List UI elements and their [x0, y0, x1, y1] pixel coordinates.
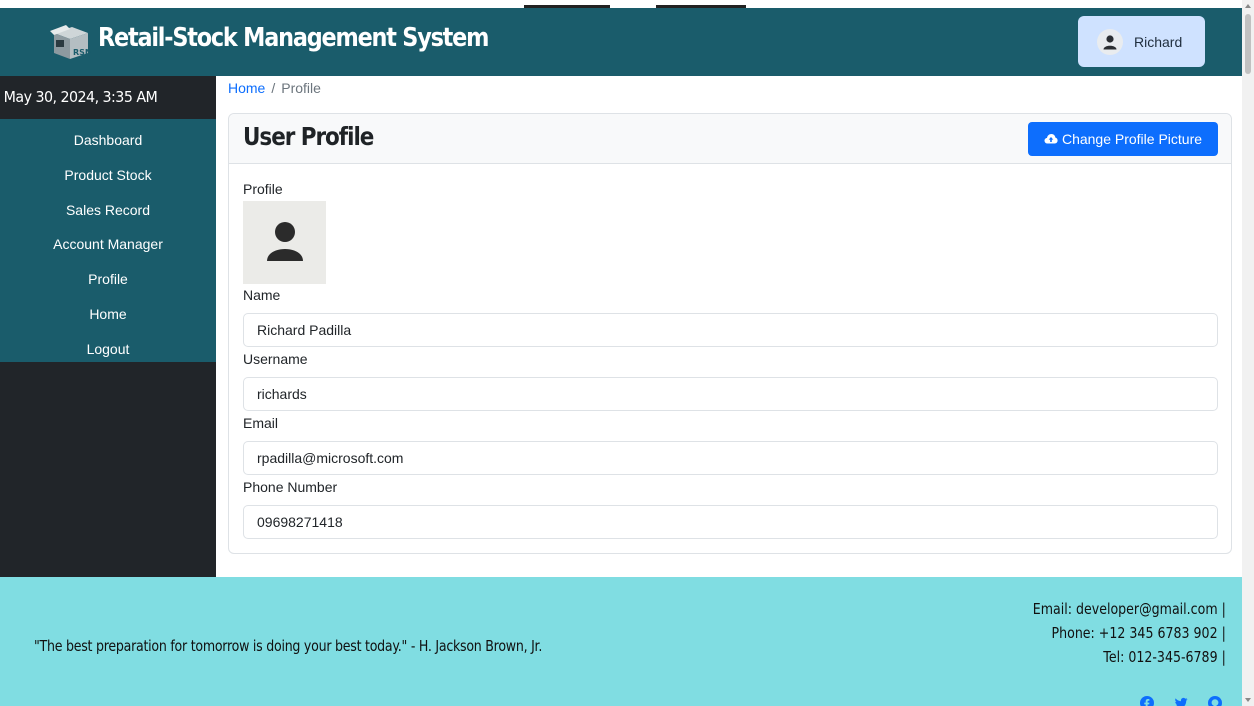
- phone-label: Phone Number: [243, 479, 338, 495]
- sidebar: May 30, 2024, 3:35 AM Dashboard Product …: [0, 76, 216, 577]
- footer-contact: Email: developer@gmail.com | Phone: +12 …: [996, 597, 1226, 669]
- scroll-down-arrow-icon[interactable]: [1245, 698, 1251, 702]
- footer-tel: Tel: 012-345-6789 |: [1103, 648, 1226, 666]
- change-profile-picture-label: Change Profile Picture: [1061, 131, 1203, 147]
- card-header: User Profile Change Profile Picture: [229, 114, 1231, 164]
- sidebar-item-profile[interactable]: Profile: [0, 264, 216, 299]
- main-content: Home / Profile User Profile Change Profile…: [216, 76, 1242, 577]
- name-label: Name: [243, 287, 281, 303]
- profile-picture: [243, 201, 326, 284]
- breadcrumb-home-link[interactable]: Home: [228, 80, 265, 96]
- rsms-logo[interactable]: RSMS: [46, 23, 99, 61]
- breadcrumb-current: Profile: [281, 80, 321, 96]
- user-profile-card: User Profile Change Profile Picture Prof…: [228, 113, 1232, 554]
- phone-field[interactable]: [243, 505, 1218, 539]
- user-name: Richard: [1134, 33, 1183, 50]
- page-scrollbar[interactable]: [1242, 0, 1254, 706]
- breadcrumb-separator: /: [271, 80, 276, 96]
- cloud-upload-icon: [1044, 134, 1058, 144]
- footer-phone: Phone: +12 345 6783 902 |: [1051, 624, 1226, 642]
- facebook-icon[interactable]: [1140, 696, 1154, 706]
- current-datetime: May 30, 2024, 3:35 AM: [3, 88, 158, 106]
- sidebar-item-sales-record[interactable]: Sales Record: [0, 195, 216, 230]
- user-icon: [267, 222, 303, 261]
- footer-quote: "The best preparation for tomorrow is do…: [34, 637, 543, 655]
- twitter-icon[interactable]: [1174, 696, 1188, 706]
- sidebar-item-home[interactable]: Home: [0, 299, 216, 334]
- name-field[interactable]: [243, 313, 1218, 347]
- sidebar-item-logout[interactable]: Logout: [0, 334, 216, 369]
- social-links: [1140, 696, 1222, 706]
- scroll-up-arrow-icon[interactable]: [1245, 4, 1251, 8]
- scrollbar-thumb[interactable]: [1245, 14, 1251, 74]
- sidebar-menu: Dashboard Product Stock Sales Record Acc…: [0, 119, 216, 362]
- page-title: User Profile: [243, 122, 374, 151]
- github-icon[interactable]: [1208, 696, 1222, 706]
- change-profile-picture-button[interactable]: Change Profile Picture: [1028, 122, 1218, 156]
- breadcrumb: Home / Profile: [228, 80, 321, 96]
- email-field[interactable]: [243, 441, 1218, 475]
- username-field[interactable]: [243, 377, 1218, 411]
- footer-email: Email: developer@gmail.com |: [1032, 600, 1226, 618]
- email-label: Email: [243, 415, 279, 431]
- footer: "The best preparation for tomorrow is do…: [0, 577, 1242, 706]
- top-strip: [0, 0, 1242, 8]
- user-icon: [1097, 28, 1123, 55]
- username-label: Username: [243, 351, 308, 367]
- sidebar-item-dashboard[interactable]: Dashboard: [0, 125, 216, 160]
- top-navbar: RSMS Retail-Stock Management System Rich…: [0, 8, 1242, 76]
- user-menu-button[interactable]: Richard: [1078, 16, 1205, 67]
- sidebar-item-account-manager[interactable]: Account Manager: [0, 229, 216, 264]
- profile-picture-label: Profile: [243, 181, 283, 197]
- app-title[interactable]: Retail-Stock Management System: [98, 23, 489, 53]
- sidebar-item-product-stock[interactable]: Product Stock: [0, 160, 216, 195]
- svg-text:RSMS: RSMS: [73, 48, 92, 57]
